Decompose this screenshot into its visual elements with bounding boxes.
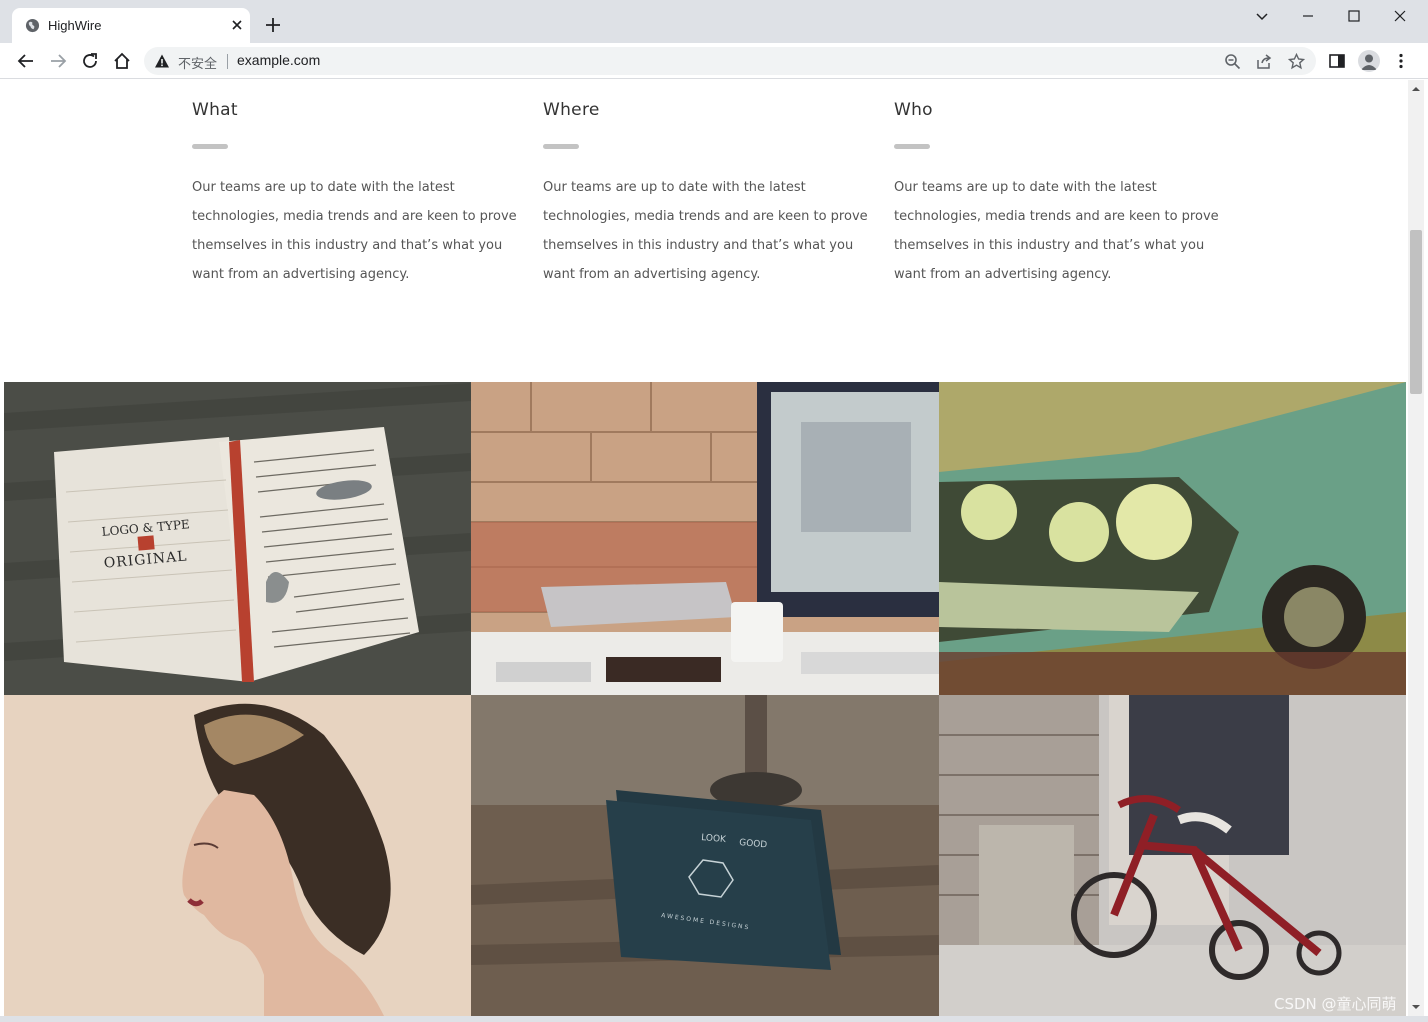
security-label[interactable]: 不安全 (178, 53, 217, 72)
url-text[interactable]: example.com (237, 52, 320, 68)
feature-text: Our teams are up to date with the latest… (192, 180, 517, 282)
watermark-text: CSDN @童心同萌 (1274, 995, 1397, 1013)
feature-title: Where (543, 100, 600, 120)
gallery-image-tricycle[interactable] (939, 695, 1406, 1016)
feature-text: Our teams are up to date with the latest… (543, 180, 868, 282)
feature-who: Who Our teams are up to date with the la… (894, 100, 1224, 289)
title-underline (894, 144, 930, 149)
warning-icon[interactable] (154, 53, 170, 69)
browser-toolbar: 不安全 example.com (0, 43, 1428, 79)
vertical-scrollbar[interactable] (1408, 80, 1424, 1016)
side-panel-icon[interactable] (1328, 52, 1346, 70)
close-tab-icon[interactable] (230, 18, 244, 32)
close-window-icon[interactable] (1390, 6, 1410, 26)
reload-icon[interactable] (80, 51, 100, 71)
zoom-icon[interactable] (1224, 53, 1241, 70)
gallery-image-notebook[interactable]: LOGO & TYPE ORIGINAL (4, 382, 471, 695)
bookmark-star-icon[interactable] (1288, 53, 1305, 70)
tab-search-icon[interactable] (1252, 6, 1272, 26)
tab-title: HighWire (48, 18, 102, 33)
page-viewport: What Our teams are up to date with the l… (4, 80, 1406, 1016)
feature-text: Our teams are up to date with the latest… (894, 180, 1219, 282)
gallery-image-portrait[interactable] (4, 695, 471, 1016)
forward-icon[interactable] (48, 51, 68, 71)
divider (227, 54, 228, 69)
browser-titlebar: HighWire (0, 0, 1428, 43)
address-bar[interactable]: 不安全 example.com (144, 47, 1316, 75)
gallery-image-workspace[interactable] (471, 382, 939, 695)
scroll-up-icon[interactable] (1411, 84, 1421, 94)
profile-avatar[interactable] (1358, 50, 1380, 72)
scroll-down-icon[interactable] (1411, 1002, 1421, 1012)
title-underline (192, 144, 228, 149)
feature-title: Who (894, 100, 933, 120)
title-underline (543, 144, 579, 149)
minimize-icon[interactable] (1298, 6, 1318, 26)
window-bottom-edge (0, 1016, 1428, 1022)
more-menu-icon[interactable] (1392, 52, 1410, 70)
home-icon[interactable] (112, 51, 132, 71)
gallery-image-business-cards[interactable]: LOOK GOOD AWESOME DESIGNS (471, 695, 939, 1016)
feature-what: What Our teams are up to date with the l… (192, 100, 522, 289)
feature-where: Where Our teams are up to date with the … (543, 100, 873, 289)
person-icon (1361, 54, 1377, 70)
globe-icon (25, 18, 40, 33)
browser-tab[interactable]: HighWire (12, 8, 250, 43)
new-tab-icon[interactable] (264, 16, 282, 34)
gallery-image-vintage-car[interactable] (939, 382, 1406, 695)
share-icon[interactable] (1256, 53, 1273, 70)
scroll-thumb[interactable] (1410, 230, 1422, 394)
maximize-icon[interactable] (1344, 6, 1364, 26)
back-icon[interactable] (16, 51, 36, 71)
image-gallery: LOGO & TYPE ORIGINAL LOOK GOOD AWESOME D… (4, 382, 1406, 1016)
feature-title: What (192, 100, 238, 120)
